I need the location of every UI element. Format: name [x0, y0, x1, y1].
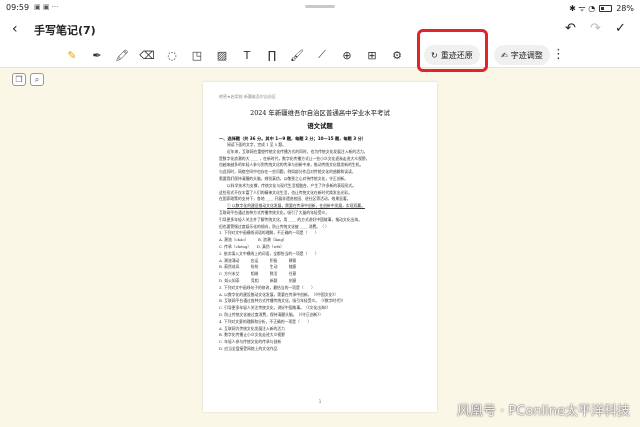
exam-title: 2024 年新疆维吾尔自治区普通高中学业水平考试 [250, 109, 390, 117]
option-line: A. 潮流涌动 应运 积极 肆意 [219, 257, 297, 263]
document-page[interactable]: 绝密★启用前 新疆维吾尔自治区 2024 年新疆维吾尔自治区普通高中学业水平考试… [203, 82, 437, 412]
image-icon[interactable]: ▨ [213, 46, 231, 64]
redo-icon[interactable]: ↷ [590, 21, 601, 36]
question-line: 4. 下列对文意的理解和分析，不正确的一项是（ ） [219, 318, 312, 324]
done-icon[interactable]: ✓ [615, 21, 626, 36]
text-line: 但也要警惕过度娱乐化的倾向，防止传统文化被 ____ 消费。（ ） [219, 223, 329, 229]
add-page-icon[interactable]: ⊞ [363, 46, 381, 64]
exam-subtitle: 语文试题 [307, 122, 333, 130]
watermark: 风凰号 · PConline太平洋科技 [457, 404, 630, 419]
more-icon[interactable]: ⋮ [552, 47, 565, 62]
notification-icons: ▣ ▣ ··· [34, 3, 59, 11]
adjust-label: 字迹调整 [510, 50, 543, 60]
text-line: 需要我们保持清醒的头脑，辨别真伪，以敬畏之心对待传统文化，守正创新。 [219, 175, 349, 181]
text-line: 在国家政策的支持下，各地 ____ 开展非遗进校园、进社区等活动，效果显著。 [219, 196, 351, 202]
status-right: ✱ ᯤ ◔ 28% [569, 3, 634, 14]
question-line: 3. 下列对文中画线句子的修改，最恰当的一项是（ ） [219, 284, 315, 290]
pages-icon[interactable]: ❐ [12, 73, 26, 86]
lasso-icon[interactable]: ◌ [163, 46, 181, 64]
text-icon[interactable]: T [238, 46, 256, 64]
text-line: 这些形式不仅丰富了人们的精神文化生活，也让传统文化在新时代焕发出光彩。 [219, 189, 352, 195]
adjust-handwriting-button[interactable]: ✍ 字迹调整 [494, 45, 550, 65]
highlight-annotation [417, 29, 488, 72]
text-line: 互联网平台通过各种方式传播传统文化，吸引了大量的年轻受众， [219, 209, 330, 215]
option-line: C. 引导更多年轻人关注传统文化，讲好中国故事。（《文化出海》） [219, 305, 331, 311]
text-line: 也越来越多的年轻人参与到传统文化的传承与创新中来，推动传统文化焕发新的生机。 [219, 162, 364, 168]
option-line: A. 互联网为传统文化发展注入新的活力 [219, 325, 285, 331]
top-handle[interactable] [305, 5, 335, 8]
page-number: 1 [318, 399, 322, 404]
status-bar: 09:59 ▣ ▣ ··· ✱ ᯤ ◔ 28% [0, 0, 640, 16]
undo-icon[interactable]: ↶ [565, 21, 576, 36]
option-line: B. 数字化传播让小众文化走进大众视野 [219, 332, 285, 338]
option-line: D. 应当全盘接受网络上的文化作品 [219, 345, 278, 351]
question-line: 1. 下列对文中画横线词语的理解，不正确的一项是（ ） [219, 230, 319, 236]
brush-icon[interactable]: 🖌 [288, 46, 306, 64]
option-line: B. 蔚然成风 纷纷 生动 随意 [219, 264, 297, 270]
text-line: 近年来，互联网在重塑传统文化传播方式的同时，也为传统文化发展注入新的活力。 [227, 148, 368, 154]
option-line: C. 方兴未艾 相继 鲜活 任意 [219, 271, 297, 277]
settings-icon[interactable]: ⚙ [388, 46, 406, 64]
battery-level: 28% [616, 4, 634, 13]
shape-icon[interactable]: ◳ [188, 46, 206, 64]
underlined-line: ① 以数字化的建设推动文化发展，需要在传承中创新，在创新中发展，实现双赢。 [227, 203, 365, 209]
option-line: C. 传承（chéng） D. 真伪（wěi） [219, 243, 284, 249]
option-line: D. 如火如荼 竞相 新颖 刻意 [219, 277, 297, 283]
formula-icon[interactable]: ∏ [263, 46, 281, 64]
handwriting-icon: ✍ [501, 50, 508, 60]
text-line: 与此同时，网络空间中也存在一些问题，例如部分作品对传统文化的曲解和误读， [219, 169, 356, 175]
text-line: 引导更多年轻人关注并了解传统文化，用 ____ 的方式讲好中国故事，推动文化出海… [219, 216, 362, 222]
option-line: B. 互联网平台通过各种方式传播传统文化，吸引年轻受众。（《数字时代》） [219, 298, 346, 304]
text-line: 以科学技术为支撑，传统文化与现代生活相融合，产生了许多新的表现形式。 [227, 182, 357, 188]
text-line: 阅读下面的文字，完成 1 至 5 题。 [227, 142, 287, 147]
battery-icon [599, 5, 613, 12]
ruler-icon[interactable]: ⟋ [313, 46, 331, 64]
note-title: 手写笔记(7) [34, 24, 96, 37]
eraser-icon[interactable]: ⌫ [138, 46, 156, 64]
option-line: A. 潮流（cháo） B. 浪潮（làng） [219, 237, 287, 243]
option-line: A. 以数字化的建设推动文化发展，需要在传承中创新。（《中国文化》） [219, 291, 339, 297]
drawing-toolbar: ✎ ✒ 🖍 ⌫ ◌ ◳ ▨ T ∏ 🖌 ⟋ ⊕ ⊞ ⚙ ↻ 重迹还原 ✍ 字迹调… [0, 42, 640, 68]
text-line: 是数字化浪潮的大 ____ ，在新时代，数字化传播方式让一些小众文化逐渐走进大众… [219, 155, 370, 161]
status-time: 09:59 [6, 3, 30, 12]
pen-icon[interactable]: ✒ [88, 46, 106, 64]
highlighter-icon[interactable]: 🖍 [113, 46, 131, 64]
back-icon[interactable]: ‹ [12, 21, 18, 37]
search-icon[interactable]: ⌕ [30, 73, 44, 86]
option-line: D. 防止传统文化被过度消费，保持清醒头脑。（《守正创新》） [219, 311, 324, 317]
page-header: 绝密★启用前 新疆维吾尔自治区 [219, 94, 276, 99]
zoom-icon[interactable]: ⊕ [338, 46, 356, 64]
question-line: 2. 依次填入文中横线上的词语，全都恰当的一项是（ ） [219, 250, 319, 256]
title-bar: ‹ 手写笔记(7) ↶ ↷ ✓ [0, 16, 640, 42]
option-line: C. 年轻人参与传统文化的传承与创新 [219, 339, 282, 345]
system-icons: ✱ ᯤ ◔ [569, 4, 596, 13]
magic-pen-icon[interactable]: ✎ [63, 46, 81, 64]
